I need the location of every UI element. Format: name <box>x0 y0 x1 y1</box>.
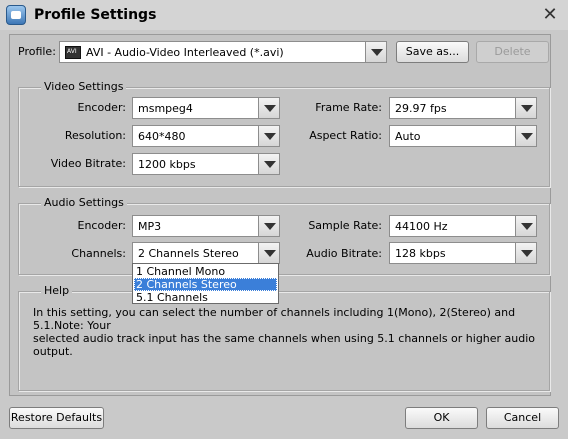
help-line: selected audio track input has the same … <box>33 332 536 358</box>
chevron-down-icon[interactable] <box>515 125 537 147</box>
avi-format-icon <box>65 46 81 59</box>
dropdown-option-mono[interactable]: 1 Channel Mono <box>134 265 277 278</box>
audio-encoder-select[interactable]: MP3 <box>132 215 280 237</box>
video-encoder-label: Encoder: <box>77 101 127 114</box>
frame-rate-value: 29.97 fps <box>395 102 447 115</box>
audio-bitrate-label: Audio Bitrate: <box>306 247 382 260</box>
save-as-button[interactable]: Save as... <box>396 41 469 63</box>
help-line: In this setting, you can select the numb… <box>33 306 516 332</box>
audio-encoder-value: MP3 <box>138 220 162 233</box>
chevron-down-icon[interactable] <box>258 242 280 264</box>
channels-select[interactable]: 2 Channels Stereo <box>132 242 280 264</box>
video-settings-title: Video Settings <box>41 80 127 93</box>
dropdown-option-5-1[interactable]: 5.1 Channels <box>134 291 277 304</box>
profile-label: Profile: <box>18 45 56 58</box>
cancel-button[interactable]: Cancel <box>486 407 559 429</box>
chevron-down-icon[interactable] <box>515 97 537 119</box>
sample-rate-select[interactable]: 44100 Hz <box>389 215 537 237</box>
sample-rate-value: 44100 Hz <box>395 220 448 233</box>
profile-value: AVI - Audio-Video Interleaved (*.avi) <box>86 46 284 59</box>
delete-button[interactable]: Delete <box>476 41 549 63</box>
chevron-down-icon[interactable] <box>515 215 537 237</box>
chevron-down-icon[interactable] <box>258 97 280 119</box>
chevron-down-icon[interactable] <box>365 41 387 63</box>
chevron-down-icon[interactable] <box>515 242 537 264</box>
ok-button[interactable]: OK <box>405 407 478 429</box>
aspect-ratio-label: Aspect Ratio: <box>309 129 382 142</box>
window-title: Profile Settings <box>34 7 157 23</box>
app-settings-icon <box>6 5 26 25</box>
audio-settings-title: Audio Settings <box>41 196 127 209</box>
restore-defaults-button[interactable]: Restore Defaults <box>9 407 104 429</box>
audio-bitrate-value: 128 kbps <box>395 247 446 260</box>
dropdown-option-stereo[interactable]: 2 Channels Stereo <box>134 278 277 291</box>
video-bitrate-select[interactable]: 1200 kbps <box>132 153 280 175</box>
frame-rate-select[interactable]: 29.97 fps <box>389 97 537 119</box>
video-bitrate-value: 1200 kbps <box>138 158 196 171</box>
channels-dropdown-list: 1 Channel Mono 2 Channels Stereo 5.1 Cha… <box>132 263 279 304</box>
help-text: In this setting, you can select the numb… <box>33 306 541 358</box>
channels-label: Channels: <box>71 247 126 260</box>
aspect-ratio-select[interactable]: Auto <box>389 125 537 147</box>
resolution-value: 640*480 <box>138 130 186 143</box>
video-encoder-select[interactable]: msmpeg4 <box>132 97 280 119</box>
profile-select[interactable]: AVI - Audio-Video Interleaved (*.avi) <box>59 41 387 63</box>
chevron-down-icon[interactable] <box>258 153 280 175</box>
chevron-down-icon[interactable] <box>258 215 280 237</box>
chevron-down-icon[interactable] <box>258 125 280 147</box>
audio-bitrate-select[interactable]: 128 kbps <box>389 242 537 264</box>
channels-value: 2 Channels Stereo <box>138 247 239 260</box>
resolution-select[interactable]: 640*480 <box>132 125 280 147</box>
audio-settings-group <box>18 203 550 275</box>
close-icon[interactable]: ✕ <box>540 5 560 25</box>
audio-encoder-label: Encoder: <box>77 219 127 232</box>
sample-rate-label: Sample Rate: <box>308 219 382 232</box>
frame-rate-label: Frame Rate: <box>315 101 382 114</box>
help-title: Help <box>41 284 73 297</box>
video-bitrate-label: Video Bitrate: <box>50 157 126 170</box>
aspect-ratio-value: Auto <box>395 130 421 143</box>
video-encoder-value: msmpeg4 <box>138 102 193 115</box>
resolution-label: Resolution: <box>64 129 126 142</box>
